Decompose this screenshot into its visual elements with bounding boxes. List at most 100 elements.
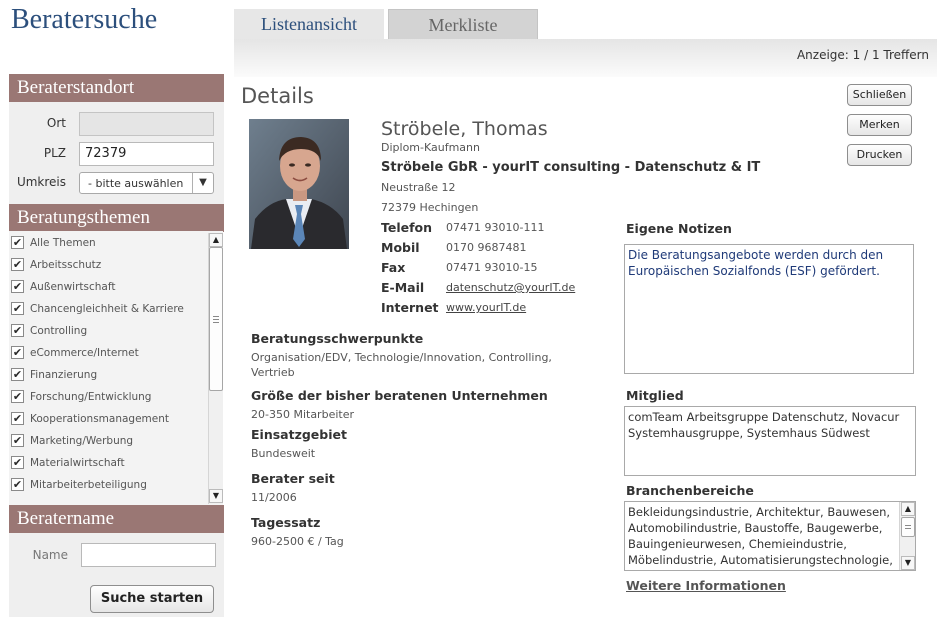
name-panel: Name Suche starten <box>9 533 224 617</box>
topic-label: Mitarbeiterbeteiligung <box>30 479 147 491</box>
chevron-down-icon[interactable]: ▼ <box>192 173 213 193</box>
branch-scrollbar-thumb[interactable] <box>901 517 915 537</box>
location-panel-header: Beraterstandort <box>9 74 224 102</box>
topic-label: Chancengleichheit & Karriere <box>30 303 184 315</box>
phone-value: 07471 93010-111 <box>446 221 545 234</box>
topic-item[interactable]: ✔ Forschung/Entwicklung <box>9 386 207 408</box>
topic-item[interactable]: ✔ Materialwirtschaft <box>9 452 207 474</box>
name-label: Name <box>32 548 68 562</box>
checkbox[interactable]: ✔ <box>11 368 24 381</box>
scroll-up-icon[interactable]: ▲ <box>209 233 223 247</box>
name-panel-header: Beratername <box>9 505 224 533</box>
address-city: 72379 Hechingen <box>381 201 479 214</box>
location-panel: Ort PLZ 72379 Umkreis - bitte auswählen … <box>9 102 224 204</box>
focus-value-line2: Vertrieb <box>251 366 295 379</box>
phone-label: Telefon <box>381 220 433 235</box>
search-button[interactable]: Suche starten <box>90 585 214 613</box>
member-textarea[interactable]: comTeam Arbeitsgruppe Datenschutz, Novac… <box>624 406 916 476</box>
remember-button[interactable]: Merken <box>847 114 912 136</box>
topic-label: Forschung/Entwicklung <box>30 391 152 403</box>
since-value: 11/2006 <box>251 491 297 504</box>
checkbox[interactable]: ✔ <box>11 346 24 359</box>
topic-label: Kooperationsmanagement <box>30 413 170 425</box>
email-link[interactable]: datenschutz@yourIT.de <box>446 281 575 294</box>
topic-label: eCommerce/Internet <box>30 347 139 359</box>
topic-label: Alle Themen <box>30 237 96 249</box>
checkbox[interactable]: ✔ <box>11 302 24 315</box>
topic-item[interactable]: ✔ Chancengleichheit & Karriere <box>9 298 207 320</box>
topic-item[interactable]: ✔ Arbeitsschutz <box>9 254 207 276</box>
ort-field[interactable] <box>79 112 214 136</box>
checkbox[interactable]: ✔ <box>11 478 24 491</box>
topic-item[interactable]: ✔ Mitarbeiterbeteiligung <box>9 474 207 496</box>
internet-label: Internet <box>381 300 439 315</box>
checkbox[interactable]: ✔ <box>11 280 24 293</box>
topics-panel-header: Beratungsthemen <box>9 204 224 232</box>
branch-scrollbar[interactable]: ▲ ▼ <box>899 502 915 570</box>
details-title: Details <box>241 84 314 108</box>
plz-field[interactable]: 72379 <box>79 142 214 166</box>
consultant-photo <box>249 119 349 249</box>
focus-value-line1: Organisation/EDV, Technologie/Innovation… <box>251 351 552 364</box>
topics-list: ✔ Alle Themen ✔ Arbeitsschutz ✔ Außenwirtscha… <box>9 231 223 505</box>
more-info-link[interactable]: Weitere Informationen <box>626 578 786 593</box>
mobile-label: Mobil <box>381 240 420 255</box>
ort-label: Ort <box>46 116 66 130</box>
email-label: E-Mail <box>381 280 425 295</box>
checkbox[interactable]: ✔ <box>11 412 24 425</box>
hits-counter: Anzeige: 1 / 1 Treffern <box>796 48 929 62</box>
topic-label: Außenwirtschaft <box>30 281 116 293</box>
topic-item[interactable]: ✔ Außenwirtschaft <box>9 276 207 298</box>
topics-scrollbar[interactable]: ▲ ▼ <box>208 233 223 504</box>
topic-label: Finanzierung <box>30 369 98 381</box>
consultant-name: Ströbele, Thomas <box>381 118 548 140</box>
rate-label: Tagessatz <box>251 515 321 530</box>
mobile-value: 0170 9687481 <box>446 241 527 254</box>
topic-item[interactable]: ✔ Alle Themen <box>9 232 207 254</box>
print-button[interactable]: Drucken <box>847 144 912 166</box>
checkbox[interactable]: ✔ <box>11 390 24 403</box>
fax-label: Fax <box>381 260 406 275</box>
umkreis-selected-value: - bitte auswählen <box>88 177 184 190</box>
umkreis-label: Umkreis <box>16 175 66 189</box>
notes-label: Eigene Notizen <box>626 221 732 236</box>
company-name: Ströbele GbR - yourIT consulting - Daten… <box>381 160 761 175</box>
app-title: Beratersuche <box>11 4 158 35</box>
checkbox[interactable]: ✔ <box>11 324 24 337</box>
rate-value: 960-2500 € / Tag <box>251 535 344 548</box>
member-label: Mitglied <box>626 388 684 403</box>
checkbox[interactable]: ✔ <box>11 456 24 469</box>
topic-label: Marketing/Werbung <box>30 435 134 447</box>
consultant-profession: Diplom-Kaufmann <box>381 141 480 154</box>
checkbox[interactable]: ✔ <box>11 258 24 271</box>
topic-label: Controlling <box>30 325 88 337</box>
tab-listenansicht[interactable]: Listenansicht <box>234 9 384 40</box>
website-link[interactable]: www.yourIT.de <box>446 301 526 314</box>
branch-scroll-up-icon[interactable]: ▲ <box>901 502 915 516</box>
area-label: Einsatzgebiet <box>251 427 347 442</box>
fax-value: 07471 93010-15 <box>446 261 538 274</box>
branch-label: Branchenbereiche <box>626 483 754 498</box>
close-button[interactable]: Schließen <box>847 84 912 106</box>
branch-scroll-down-icon[interactable]: ▼ <box>901 556 915 570</box>
focus-label: Beratungsschwerpunkte <box>251 331 424 346</box>
checkbox[interactable]: ✔ <box>11 434 24 447</box>
scrollbar-thumb[interactable] <box>209 247 223 391</box>
topic-item[interactable]: ✔ Kooperationsmanagement <box>9 408 207 430</box>
topic-item[interactable]: ✔ Finanzierung <box>9 364 207 386</box>
plz-label: PLZ <box>43 146 66 160</box>
branch-textarea[interactable]: Bekleidungsindustrie, Architektur, Bauwe… <box>624 501 916 571</box>
checkbox[interactable]: ✔ <box>11 236 24 249</box>
name-field[interactable] <box>81 543 216 567</box>
company-size-label: Größe der bisher beratenen Unternehmen <box>251 388 548 403</box>
topic-item[interactable]: ✔ Controlling <box>9 320 207 342</box>
topic-item[interactable]: ✔ Marketing/Werbung <box>9 430 207 452</box>
scroll-down-icon[interactable]: ▼ <box>209 489 223 503</box>
topic-label: Arbeitsschutz <box>30 259 102 271</box>
topic-label: Materialwirtschaft <box>30 457 125 469</box>
notes-textarea[interactable]: Die Beratungsangebote werden durch den E… <box>624 244 914 374</box>
tab-merkliste[interactable]: Merkliste <box>388 9 538 40</box>
topic-item[interactable]: ✔ eCommerce/Internet <box>9 342 207 364</box>
umkreis-select[interactable]: - bitte auswählen ▼ <box>79 172 214 194</box>
branch-text: Bekleidungsindustrie, Architektur, Bauwe… <box>628 505 893 567</box>
